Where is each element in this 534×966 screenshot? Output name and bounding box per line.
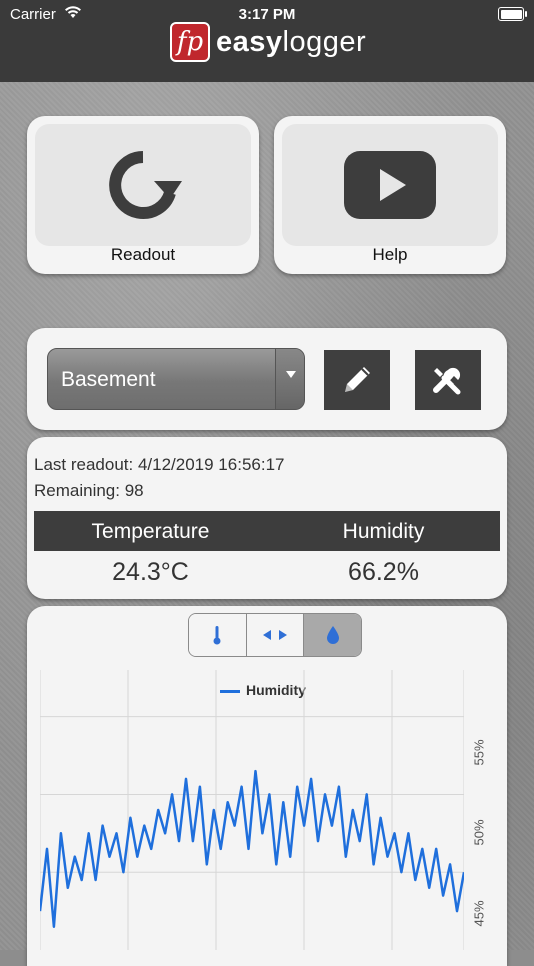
help-button[interactable]: Help (274, 116, 506, 274)
y-tick-label: 55% (471, 739, 487, 766)
humidity-value: 66.2% (348, 558, 419, 586)
pencil-icon (345, 367, 370, 392)
logo-mark: fp (170, 22, 210, 62)
chart-mode-selector (188, 613, 362, 657)
chevron-down-icon (275, 349, 304, 409)
readout-label: Readout (110, 245, 176, 264)
y-tick-label: 45% (471, 900, 487, 927)
help-label: Help (372, 245, 408, 264)
temperature-header: Temperature (91, 520, 210, 543)
battery-icon (498, 7, 527, 21)
logger-select[interactable]: Basement (47, 348, 305, 410)
app-header: Carrier 3:17 PM fp easylogger (0, 0, 534, 82)
brand-logo: fp easylogger (170, 20, 366, 64)
refresh-icon (109, 151, 182, 219)
humidity-chart (40, 670, 464, 950)
logger-select-value: Basement (61, 368, 156, 391)
readings-header: Temperature Humidity (34, 511, 500, 551)
brand-name: easylogger (216, 25, 367, 58)
humidity-header: Humidity (342, 520, 425, 543)
edit-button[interactable] (324, 350, 390, 410)
readout-button[interactable]: Readout (27, 116, 259, 274)
tab-both[interactable] (246, 614, 305, 656)
thermometer-icon (213, 626, 221, 645)
play-video-icon (344, 151, 436, 219)
droplet-icon (326, 626, 339, 644)
tab-temperature[interactable] (189, 614, 247, 656)
tools-button[interactable] (415, 350, 481, 410)
temperature-value: 24.3°C (112, 558, 189, 586)
both-arrows-icon (263, 630, 287, 640)
last-readout: Last readout: 4/12/2019 16:56:17 (34, 455, 285, 474)
y-tick-label: 50% (471, 819, 487, 846)
tab-humidity[interactable] (304, 614, 361, 656)
tools-icon (433, 367, 461, 395)
remaining-count: Remaining: 98 (34, 481, 144, 500)
readings-values: 24.3°C 66.2% (34, 558, 500, 590)
